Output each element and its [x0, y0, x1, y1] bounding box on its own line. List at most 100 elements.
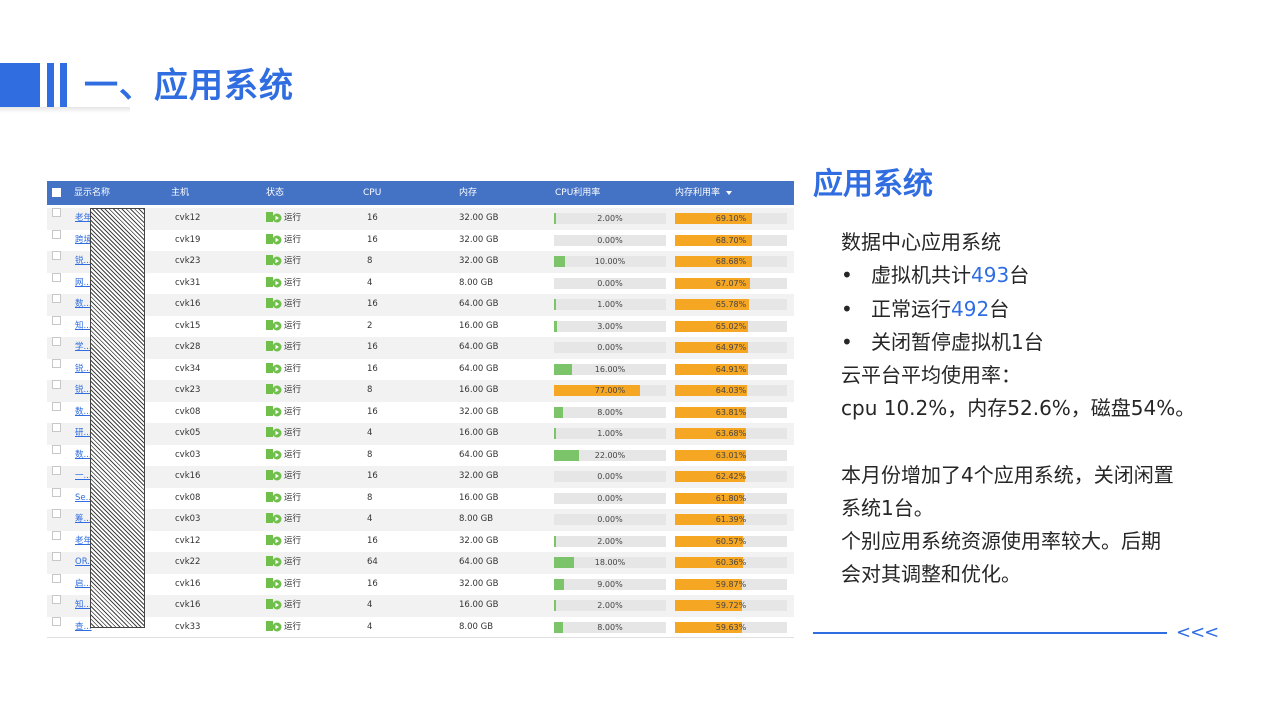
row-checkbox[interactable]	[52, 573, 61, 583]
cpu-util-bar: 2.00%	[554, 213, 666, 224]
status-text: 运行	[284, 471, 302, 481]
status-text: 运行	[284, 578, 302, 589]
table-row[interactable]: 查... cvk33 运行 4 8.00 GB 8.00% 59.63%	[47, 616, 794, 639]
mem-util-bar: 65.78%	[675, 299, 787, 310]
mem-util-bar: 63.01%	[675, 449, 787, 461]
row-checkbox[interactable]	[52, 444, 61, 454]
mem-cell: 16.00 GB	[459, 385, 499, 395]
row-checkbox[interactable]	[52, 208, 61, 217]
row-checkbox[interactable]	[52, 552, 61, 561]
host-cell: cvk16	[175, 600, 201, 610]
host-cell: cvk08	[175, 406, 201, 417]
cpu-util-bar: 16.00%	[554, 363, 666, 375]
row-checkbox[interactable]	[52, 509, 61, 518]
mem-cell: 64.00 GB	[459, 449, 499, 460]
mem-cell: 32.00 GB	[459, 578, 499, 589]
cpu-cell: 16	[367, 342, 378, 352]
bullet-text: 台	[1009, 263, 1030, 287]
row-checkbox[interactable]	[52, 229, 61, 239]
status-text: 运行	[284, 535, 302, 546]
mem-cell: 32.00 GB	[459, 234, 499, 245]
table-row[interactable]: OR... cvk22 运行 64 64.00 GB 18.00% 60.36%	[47, 552, 794, 574]
table-header: 显示名称 主机 状态 CPU 内存 CPU利用率 内存利用率	[47, 181, 794, 205]
row-checkbox[interactable]	[52, 423, 61, 432]
col-header-status[interactable]: 状态	[266, 181, 284, 205]
table-row[interactable]: 启... cvk16 运行 16 32.00 GB 9.00% 59.87%	[47, 573, 794, 596]
table-row[interactable]: 锐...001cvk34运行1664.00 GB16.00%64.91%	[47, 358, 794, 381]
status-cell: 运行	[266, 230, 301, 252]
cpu-cell: 8	[367, 492, 373, 503]
summary-line: 系统1台。	[841, 496, 934, 520]
mem-util-bar: 65.02%	[675, 320, 787, 332]
col-header-cpu-util[interactable]: CPU利用率	[555, 181, 600, 205]
table-row[interactable]: 数...务 cvk08 运行 16 32.00 GB 8.00% 63.81%	[47, 401, 794, 424]
cpu-util-label: 9.00%	[597, 579, 623, 589]
table-row[interactable]: 数...金 cvk16 运行 16 64.00 GB 1.00% 65.78%	[47, 294, 794, 316]
row-checkbox[interactable]	[52, 487, 61, 497]
table-row[interactable]: 一...统 cvk16 运行 16 32.00 GB 0.00% 62.42%	[47, 466, 794, 488]
mem-util-bar: 61.39%	[675, 514, 787, 525]
cpu-cell: 16	[367, 406, 378, 417]
mem-util-label: 65.78%	[715, 300, 747, 309]
chevrons-left-icon: <<<	[1176, 622, 1219, 643]
table-row[interactable]: 锐... cvk23 运行 8 32.00 GB 10.00% 68.68%	[47, 251, 794, 273]
cpu-cell: 4	[367, 428, 373, 438]
row-checkbox[interactable]	[52, 315, 61, 325]
mem-cell: 32.00 GB	[459, 535, 499, 546]
table-row[interactable]: 网...器 cvk31 运行 4 8.00 GB 0.00% 67.07%	[47, 272, 794, 295]
cpu-cell: 4	[367, 277, 373, 288]
row-checkbox[interactable]	[52, 530, 61, 540]
table-row[interactable]: 知...平台cvk15运行216.00 GB3.00%65.02%	[47, 315, 794, 338]
table-row[interactable]: 学...1 cvk28 运行 16 64.00 GB 0.00% 64.97%	[47, 337, 794, 359]
status-text: 运行	[284, 514, 302, 524]
table-row[interactable]: Se...2 cvk08 运行 8 16.00 GB 0.00% 61.80%	[47, 487, 794, 510]
row-checkbox[interactable]	[52, 595, 61, 604]
table-row[interactable]: 知...务 cvk16 运行 4 16.00 GB 2.00% 59.72%	[47, 595, 794, 617]
side-title: 应用系统	[813, 167, 933, 202]
cpu-util-bar: 3.00%	[554, 320, 666, 332]
cpu-cell: 4	[367, 514, 373, 524]
cpu-util-label: 18.00%	[594, 558, 626, 567]
running-status-icon	[266, 405, 282, 416]
cpu-cell: 16	[367, 234, 378, 245]
mem-util-bar: 68.70%	[675, 234, 787, 246]
bullet-text: 正常运行	[871, 297, 951, 321]
status-cell: 运行	[266, 251, 301, 273]
table-row[interactable]: 老年... cvk12 运行 16 32.00 GB 2.00% 69.10%	[47, 208, 794, 230]
select-all-checkbox[interactable]	[52, 188, 61, 197]
status-cell: 运行	[266, 208, 301, 230]
cpu-util-bar: 0.00%	[554, 492, 666, 504]
row-checkbox[interactable]	[52, 294, 61, 303]
col-header-name[interactable]: 显示名称	[74, 181, 110, 205]
row-checkbox[interactable]	[52, 616, 61, 626]
row-checkbox[interactable]	[52, 272, 61, 282]
table-row[interactable]: 研...应用cvk05运行416.00 GB1.00%63.68%	[47, 423, 794, 445]
mem-util-bar: 63.68%	[675, 428, 787, 439]
col-header-cpu[interactable]: CPU	[363, 181, 381, 205]
row-checkbox[interactable]	[52, 401, 61, 411]
row-checkbox[interactable]	[52, 251, 61, 260]
col-header-mem-util[interactable]: 内存利用率	[675, 181, 733, 205]
row-checkbox[interactable]	[52, 358, 61, 368]
cpu-util-label: 2.00%	[597, 601, 623, 610]
row-checkbox[interactable]	[52, 380, 61, 389]
host-cell: cvk28	[175, 342, 201, 352]
col-header-mem[interactable]: 内存	[459, 181, 477, 205]
table-row[interactable]: 老年... cvk12 运行 16 32.00 GB 2.00% 60.57%	[47, 530, 794, 553]
table-row[interactable]: 跨境...条cvk19运行1632.00 GB0.00%68.70%	[47, 229, 794, 252]
cpu-util-label: 0.00%	[597, 235, 623, 245]
row-checkbox[interactable]	[52, 466, 61, 475]
cpu-util-label: 16.00%	[594, 364, 626, 374]
host-cell: cvk34	[175, 363, 201, 374]
table-row[interactable]: 数... cvk03 运行 8 64.00 GB 22.00% 63.01%	[47, 444, 794, 467]
status-text: 运行	[284, 342, 302, 352]
col-header-host[interactable]: 主机	[171, 181, 189, 205]
table-row[interactable]: 锐... cvk23 运行 8 16.00 GB 77.00% 64.03%	[47, 380, 794, 402]
summary-line: 个别应用系统资源使用率较大。后期	[841, 529, 1161, 553]
mem-util-label: 64.03%	[715, 386, 747, 395]
row-checkbox[interactable]	[52, 337, 61, 346]
table-row[interactable]: 筹...开发cvk03运行48.00 GB0.00%61.39%	[47, 509, 794, 531]
bullet-total-vms: • 虚拟机共计493台	[841, 259, 1029, 292]
mem-util-bar: 69.10%	[675, 213, 787, 224]
cpu-util-label: 0.00%	[597, 515, 623, 524]
